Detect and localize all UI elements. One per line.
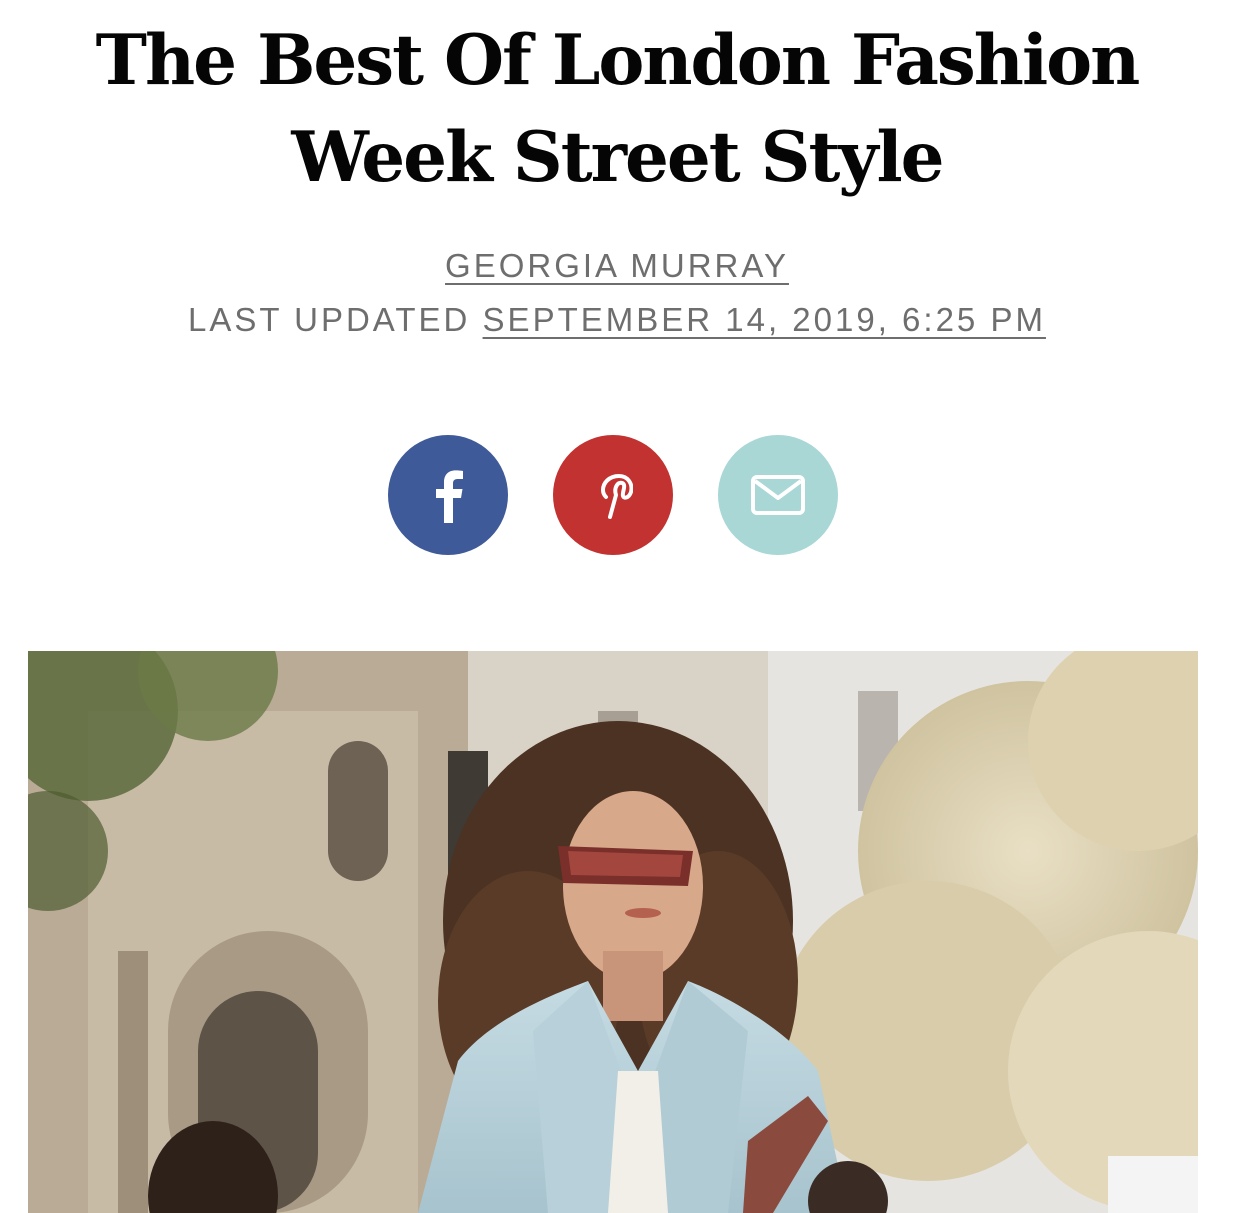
pinterest-icon	[593, 467, 633, 523]
article-title: The Best Of London Fashion Week Street S…	[95, 20, 1141, 198]
email-share-button[interactable]	[718, 435, 838, 555]
facebook-share-button[interactable]	[388, 435, 508, 555]
last-updated-label: LAST UPDATED	[188, 301, 471, 338]
facebook-icon	[428, 467, 468, 523]
last-updated: LAST UPDATED SEPTEMBER 14, 2019, 6:25 PM	[0, 300, 1234, 340]
share-bar	[388, 435, 838, 555]
mail-icon	[750, 474, 806, 516]
article-page: The Best Of London Fashion Week Street S…	[0, 0, 1234, 1213]
byline: GEORGIA MURRAY	[0, 246, 1234, 286]
author-link[interactable]: GEORGIA MURRAY	[445, 247, 789, 284]
last-updated-date[interactable]: SEPTEMBER 14, 2019, 6:25 PM	[483, 301, 1046, 338]
hero-image	[28, 651, 1198, 1213]
pinterest-share-button[interactable]	[553, 435, 673, 555]
